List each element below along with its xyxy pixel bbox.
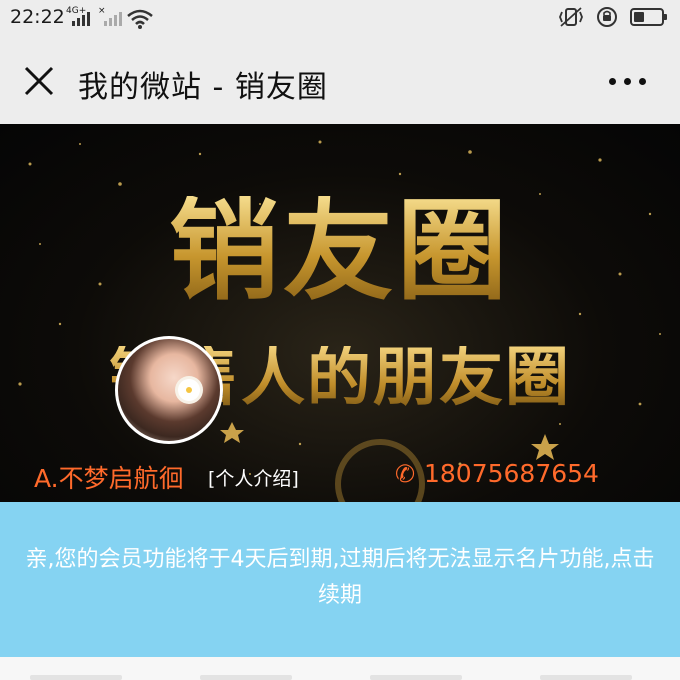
tab-placeholder[interactable] [200, 675, 292, 680]
personal-intro-link[interactable]: [个人介绍] [208, 464, 299, 491]
status-bar: 22:22 4G+ × [0, 0, 680, 40]
membership-notice[interactable]: 亲,您的会员功能将于4天后到期,过期后将无法显示名片功能,点击续期 [0, 502, 680, 657]
banner: 销友圈 销售人的朋友圈 [0, 124, 680, 502]
phone-number[interactable]: 18075687654 [424, 459, 599, 488]
wifi-icon [127, 9, 153, 29]
phone-icon[interactable]: ✆ [395, 460, 415, 488]
profile-name: A.不梦启航徊 [34, 464, 184, 493]
banner-subtitle: 销售人的朋友圈 [0, 346, 680, 410]
close-icon[interactable] [22, 64, 56, 98]
vibrate-icon [559, 7, 583, 27]
status-time: 22:22 [10, 6, 65, 28]
avatar[interactable] [115, 336, 223, 444]
navigation-bar: 我的微站 - 销友圈 [0, 40, 680, 124]
notice-text[interactable]: 亲,您的会员功能将于4天后到期,过期后将无法显示名片功能,点击续期 [20, 542, 660, 614]
more-icon[interactable] [609, 78, 646, 85]
tab-placeholder[interactable] [370, 675, 462, 680]
page-title: 我的微站 - 销友圈 [78, 70, 328, 105]
battery-icon [630, 8, 667, 26]
banner-title: 销友圈 [0, 196, 680, 306]
rotation-lock-icon [597, 7, 617, 27]
flower-decoration [178, 379, 200, 401]
tab-placeholder[interactable] [30, 675, 122, 680]
bottom-tab-bar [0, 657, 680, 680]
tab-placeholder[interactable] [540, 675, 632, 680]
